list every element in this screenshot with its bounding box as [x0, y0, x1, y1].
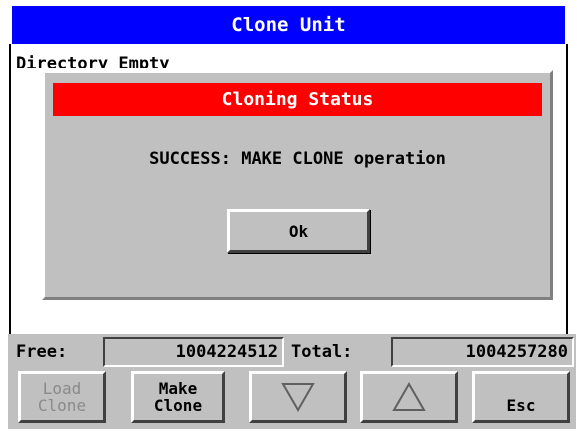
- total-value-field: 1004257280: [391, 337, 574, 367]
- frame-left-border: [9, 44, 11, 334]
- load-clone-button[interactable]: Load Clone: [18, 371, 106, 423]
- clone-unit-screen: Clone Unit Directory Empty Cloning Statu…: [0, 0, 577, 433]
- total-label: Total:: [291, 342, 353, 362]
- load-clone-label-line2: Clone: [37, 396, 87, 415]
- esc-button[interactable]: Esc: [472, 371, 570, 423]
- window-title: Clone Unit: [231, 14, 346, 36]
- esc-button-label: Esc: [506, 396, 536, 415]
- dialog-message: SUCCESS: MAKE CLONE operation: [149, 149, 446, 169]
- ok-button[interactable]: Ok: [227, 209, 370, 253]
- dialog-title: Cloning Status: [221, 89, 374, 110]
- window-title-bar: Clone Unit: [12, 6, 565, 44]
- triangle-up-icon: [392, 382, 426, 411]
- free-value-field: 1004224512: [103, 337, 284, 367]
- cloning-status-dialog: Cloning Status SUCCESS: MAKE CLONE opera…: [42, 70, 553, 300]
- directory-status-text: Directory Empty: [16, 54, 170, 68]
- triangle-down-icon: [281, 383, 315, 412]
- load-clone-label-line1: Load: [42, 379, 82, 398]
- ok-button-label: Ok: [288, 221, 309, 241]
- free-label: Free:: [16, 342, 68, 362]
- make-clone-label-line1: Make: [158, 379, 198, 398]
- frame-right-border: [566, 44, 568, 334]
- scroll-down-button[interactable]: [249, 371, 347, 423]
- scroll-up-button[interactable]: [360, 371, 458, 423]
- make-clone-label-line2: Clone: [153, 396, 203, 415]
- make-clone-button[interactable]: Make Clone: [131, 371, 225, 423]
- dialog-title-bar: Cloning Status: [53, 83, 542, 116]
